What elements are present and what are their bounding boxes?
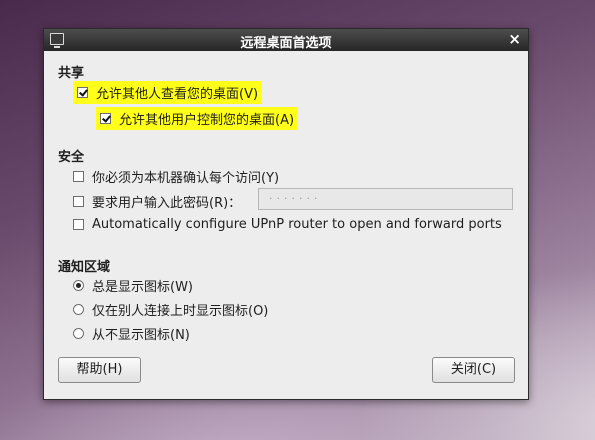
radio-never-show-button[interactable] xyxy=(73,328,84,339)
allow-view-option[interactable]: 允许其他人查看您的桌面(V) xyxy=(73,81,263,104)
preferences-dialog: 远程桌面首选项 × 共享 允许其他人查看您的桌面(V) 允许其他用户控制您的桌面… xyxy=(43,28,529,400)
radio-always-show[interactable]: 总是显示图标(W) xyxy=(73,276,193,295)
allow-view-checkbox[interactable] xyxy=(77,87,88,98)
upnp-label: Automatically configure UPnP router to o… xyxy=(92,217,502,232)
require-password-option[interactable]: 要求用户输入此密码(R)： xyxy=(73,192,241,211)
require-password-checkbox[interactable] xyxy=(73,196,84,207)
allow-control-checkbox[interactable] xyxy=(100,113,111,124)
radio-never-show[interactable]: 从不显示图标(N) xyxy=(73,324,190,343)
radio-never-show-label: 从不显示图标(N) xyxy=(92,328,190,343)
require-password-label: 要求用户输入此密码(R)： xyxy=(92,196,242,211)
allow-control-option[interactable]: 允许其他用户控制您的桌面(A) xyxy=(96,107,299,130)
confirm-access-label: 你必须为本机器确认每个访问(Y) xyxy=(92,171,280,186)
radio-show-on-connect[interactable]: 仅在别人连接上时显示图标(O) xyxy=(73,300,268,319)
radio-always-show-button[interactable] xyxy=(73,280,84,291)
confirm-access-checkbox[interactable] xyxy=(73,171,84,182)
upnp-checkbox[interactable] xyxy=(73,219,84,230)
notification-section-title: 通知区域 xyxy=(58,260,111,275)
dialog-content: 共享 允许其他人查看您的桌面(V) 允许其他用户控制您的桌面(A) 安全 你必须… xyxy=(44,51,528,399)
radio-show-on-connect-button[interactable] xyxy=(73,304,84,315)
radio-show-on-connect-label: 仅在别人连接上时显示图标(O) xyxy=(92,304,269,319)
close-icon[interactable]: × xyxy=(508,31,521,48)
radio-always-show-label: 总是显示图标(W) xyxy=(92,280,193,295)
close-button[interactable]: 关闭(C) xyxy=(432,357,515,383)
window-title: 远程桌面首选项 xyxy=(240,36,332,51)
titlebar[interactable]: 远程桌面首选项 × xyxy=(44,29,528,51)
security-section-title: 安全 xyxy=(58,150,85,165)
password-field[interactable]: ······· xyxy=(258,188,513,210)
allow-view-label: 允许其他人查看您的桌面(V) xyxy=(96,87,259,102)
confirm-access-option[interactable]: 你必须为本机器确认每个访问(Y) xyxy=(73,167,279,186)
help-button[interactable]: 帮助(H) xyxy=(58,357,141,383)
sharing-section-title: 共享 xyxy=(58,66,85,81)
allow-control-label: 允许其他用户控制您的桌面(A) xyxy=(119,113,295,128)
upnp-option[interactable]: Automatically configure UPnP router to o… xyxy=(73,217,502,232)
